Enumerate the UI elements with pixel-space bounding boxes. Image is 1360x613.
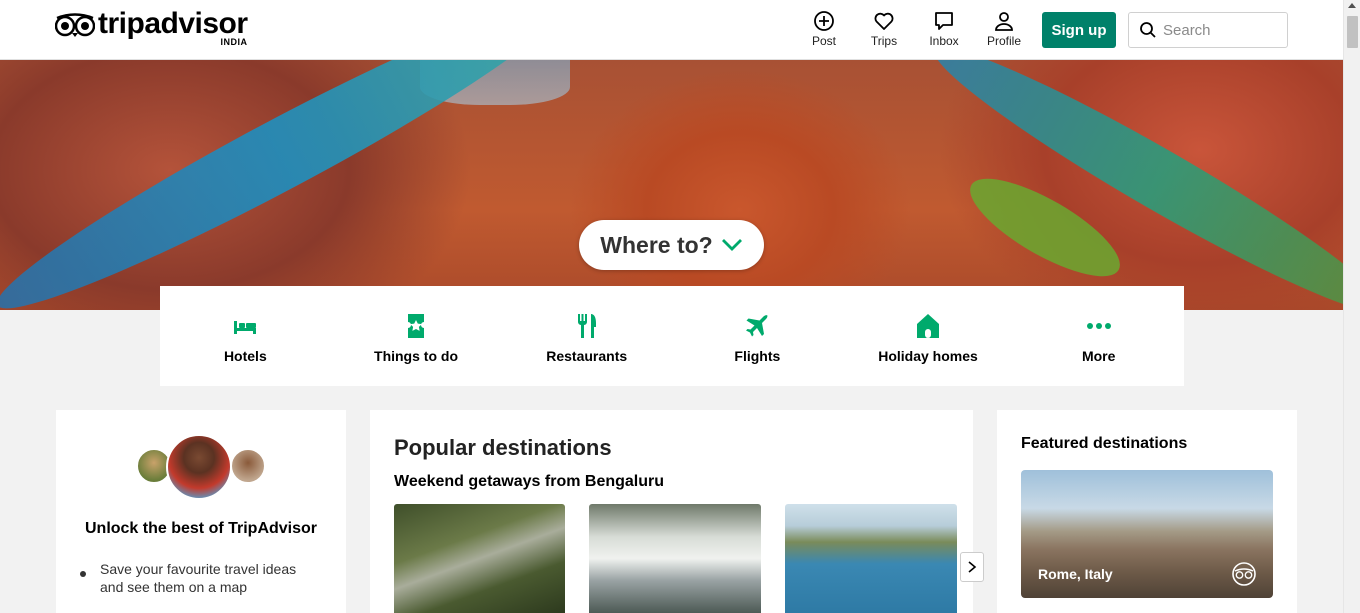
avatar (230, 448, 266, 484)
page-scrollbar[interactable] (1343, 0, 1360, 613)
search-input[interactable] (1163, 21, 1283, 39)
featured-destinations-title: Featured destinations (1021, 435, 1188, 452)
category-things-to-do[interactable]: Things to do (331, 286, 502, 386)
nav-trips[interactable]: Trips (859, 10, 909, 48)
where-to-button[interactable]: Where to? (579, 220, 764, 270)
user-icon (995, 12, 1013, 31)
logo-wordmark: tripadvisor (98, 7, 248, 40)
carousel-next-button[interactable] (960, 552, 984, 582)
where-to-label: Where to? (600, 231, 713, 258)
nav-post-label: Post (811, 34, 836, 48)
home-icon (917, 314, 940, 338)
more-dots-icon (1086, 323, 1111, 329)
category-more-label: More (1081, 348, 1116, 364)
category-restaurants[interactable]: Restaurants (501, 286, 672, 386)
category-bar: Hotels Things to do Restaurants Flights … (160, 286, 1184, 386)
category-hotels[interactable]: Hotels (160, 286, 331, 386)
search-icon (1140, 22, 1156, 38)
chevron-down-icon (721, 239, 742, 251)
featured-destination-image[interactable]: Rome, Italy (1021, 470, 1273, 598)
category-more[interactable]: More (1013, 286, 1184, 386)
heart-icon (874, 12, 894, 30)
owl-logo-icon (55, 13, 95, 37)
destination-thumbnail[interactable] (394, 504, 565, 613)
unlock-bullet-text: Save your favourite travel ideas and see… (100, 561, 297, 595)
nav-post[interactable]: Post (799, 10, 849, 48)
scroll-thumb[interactable] (1347, 16, 1358, 48)
ticket-icon (408, 314, 424, 338)
fork-knife-icon (577, 314, 596, 338)
popular-destinations-title: Popular destinations (394, 435, 612, 460)
hero-image: Where to? (0, 60, 1343, 310)
destination-thumbnail[interactable] (589, 504, 761, 613)
top-header: tripadvisor INDIA Post Trips Inbox Profi… (0, 0, 1343, 60)
category-holiday-homes[interactable]: Holiday homes (843, 286, 1014, 386)
destination-thumbnail[interactable] (785, 504, 957, 613)
nav-profile[interactable]: Profile (979, 10, 1029, 48)
plus-circle-icon (814, 11, 834, 31)
category-flights[interactable]: Flights (672, 286, 843, 386)
unlock-card: Unlock the best of TripAdvisor Save your… (56, 410, 346, 613)
chat-icon (935, 12, 953, 30)
bed-icon (234, 321, 257, 334)
nav-inbox[interactable]: Inbox (919, 10, 969, 48)
unlock-title: Unlock the best of TripAdvisor (84, 520, 318, 537)
unlock-bullet: Save your favourite travel ideas and see… (80, 560, 320, 596)
search-box[interactable] (1128, 12, 1288, 48)
scroll-up-arrow-icon[interactable] (1348, 3, 1356, 8)
featured-destinations-card: Featured destinations Rome, Italy (997, 410, 1297, 613)
avatar (166, 434, 232, 500)
nav-profile-label: Profile (986, 34, 1021, 48)
chevron-right-icon (968, 561, 977, 573)
popular-destinations-card: Popular destinations Weekend getaways fr… (370, 410, 984, 613)
avatar-group (136, 434, 266, 500)
category-holiday-homes-label: Holiday homes (878, 348, 978, 364)
featured-destination-label: Rome, Italy (1038, 566, 1113, 582)
tripadvisor-logo[interactable]: tripadvisor INDIA (55, 7, 248, 47)
bullet-dot-icon (80, 571, 86, 577)
popular-destinations-subtitle: Weekend getaways from Bengaluru (394, 473, 664, 490)
owl-badge-icon (1232, 562, 1256, 586)
category-things-to-do-label: Things to do (374, 348, 458, 364)
plane-icon (746, 315, 768, 337)
sign-up-button[interactable]: Sign up (1042, 12, 1116, 48)
category-hotels-label: Hotels (223, 348, 267, 364)
category-restaurants-label: Restaurants (546, 348, 628, 364)
nav-inbox-label: Inbox (929, 34, 959, 48)
category-flights-label: Flights (734, 348, 781, 364)
nav-trips-label: Trips (870, 34, 898, 48)
